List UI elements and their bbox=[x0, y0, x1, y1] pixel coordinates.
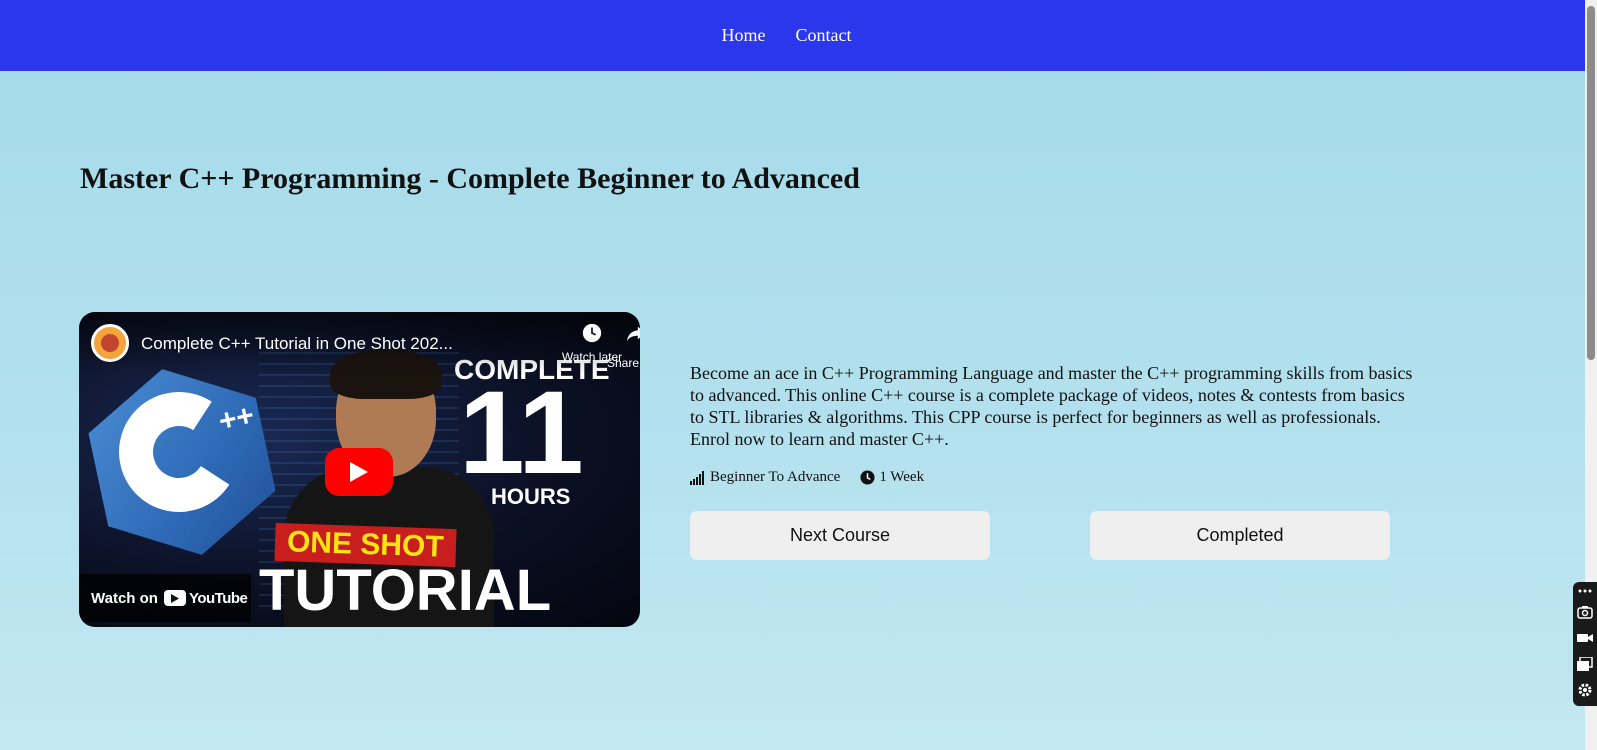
page-title: Master C++ Programming - Complete Beginn… bbox=[80, 162, 860, 195]
youtube-video-embed[interactable]: ++ COMPLETE 11 HOURS ONE SHOT TUTORIAL C… bbox=[79, 312, 640, 627]
youtube-wordmark: YouTube bbox=[188, 589, 248, 607]
thumbnail-tutorial-text: TUTORIAL bbox=[259, 558, 552, 623]
course-description: Become an ace in C++ Programming Languag… bbox=[690, 363, 1413, 449]
watch-on-youtube-link[interactable]: Watch on YouTube bbox=[79, 574, 251, 622]
course-meta: Beginner To Advance 1 Week bbox=[690, 469, 924, 486]
share-arrow-icon bbox=[626, 326, 640, 342]
video-camera-icon[interactable] bbox=[1576, 628, 1594, 648]
nav-contact-link[interactable]: Contact bbox=[796, 25, 852, 46]
thumbnail-hours-text: HOURS bbox=[491, 484, 571, 509]
youtube-play-icon bbox=[163, 590, 186, 606]
signal-bars-icon bbox=[690, 470, 704, 485]
gear-icon[interactable] bbox=[1576, 680, 1594, 700]
next-course-button[interactable]: Next Course bbox=[690, 511, 990, 560]
clock-icon bbox=[582, 323, 602, 343]
play-button[interactable] bbox=[325, 448, 393, 496]
cpp-logo-plus: ++ bbox=[215, 398, 257, 439]
video-title-link[interactable]: Complete C++ Tutorial in One Shot 202... bbox=[141, 334, 453, 354]
watch-on-label: Watch on bbox=[91, 589, 158, 607]
windows-icon[interactable] bbox=[1576, 654, 1594, 674]
more-options-icon[interactable] bbox=[1576, 586, 1594, 596]
clock-icon bbox=[860, 470, 875, 485]
completed-button[interactable]: Completed bbox=[1090, 511, 1390, 560]
share-label: Share bbox=[607, 356, 640, 370]
nav-home-link[interactable]: Home bbox=[722, 25, 766, 46]
floating-tool-panel bbox=[1573, 582, 1597, 706]
course-duration: 1 Week bbox=[860, 469, 924, 486]
course-level-text: Beginner To Advance bbox=[710, 469, 841, 485]
channel-avatar[interactable] bbox=[91, 324, 129, 362]
thumbnail-hours-number: 11 bbox=[459, 367, 584, 499]
top-navbar: Home Contact bbox=[0, 0, 1585, 71]
youtube-logo: YouTube bbox=[163, 589, 248, 607]
course-duration-text: 1 Week bbox=[879, 469, 925, 485]
play-icon bbox=[350, 462, 368, 482]
camera-icon[interactable] bbox=[1576, 602, 1594, 622]
course-level: Beginner To Advance bbox=[690, 469, 840, 486]
scrollbar-thumb[interactable] bbox=[1587, 6, 1595, 360]
